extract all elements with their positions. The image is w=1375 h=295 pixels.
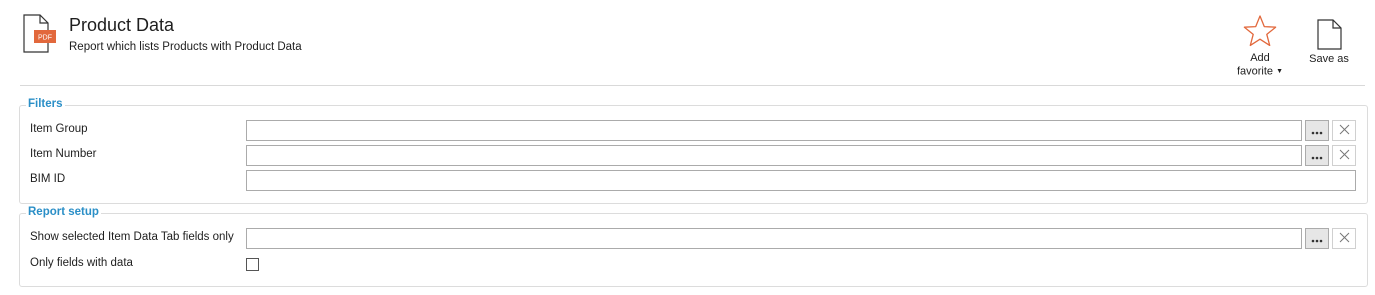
document-icon xyxy=(1316,19,1344,56)
item-data-tab-fields-row: Show selected Item Data Tab fields only xyxy=(20,228,1367,252)
item-number-row: Item Number xyxy=(20,145,1367,169)
save-as-label: Save as xyxy=(1309,53,1349,65)
add-favorite-label-line1: Add xyxy=(1250,52,1270,64)
add-favorite-button[interactable]: Add favorite ▼ xyxy=(1232,14,1288,80)
save-as-button[interactable]: Save as xyxy=(1306,14,1352,70)
report-setup-title: Report setup xyxy=(26,206,101,218)
item-number-label: Item Number xyxy=(30,148,97,160)
item-number-clear-button[interactable] xyxy=(1332,145,1356,166)
page-title: Product Data xyxy=(69,15,175,35)
ellipsis-icon xyxy=(1311,122,1323,140)
report-setup-group: Report setup Show selected Item Data Tab… xyxy=(19,206,1368,287)
item-group-clear-button[interactable] xyxy=(1332,120,1356,141)
report-header: PDF Product Data Report which lists Prod… xyxy=(0,0,1375,86)
item-group-browse-button[interactable] xyxy=(1305,120,1329,141)
page-subtitle: Report which lists Products with Product… xyxy=(69,41,302,53)
item-group-row: Item Group xyxy=(20,120,1367,144)
item-data-tab-fields-field[interactable] xyxy=(246,228,1302,249)
item-group-label: Item Group xyxy=(30,123,88,135)
filters-group: Filters Item Group Item Number BIM ID xyxy=(19,98,1368,204)
item-number-browse-button[interactable] xyxy=(1305,145,1329,166)
close-icon xyxy=(1339,147,1350,165)
only-fields-with-data-row: Only fields with data xyxy=(20,254,1367,278)
header-divider xyxy=(20,85,1365,86)
bim-id-label: BIM ID xyxy=(30,173,66,185)
item-number-field[interactable] xyxy=(246,145,1302,166)
pdf-badge-text: PDF xyxy=(38,35,52,42)
item-data-tab-fields-browse-button[interactable] xyxy=(1305,228,1329,249)
close-icon xyxy=(1339,122,1350,140)
item-data-tab-fields-label: Show selected Item Data Tab fields only xyxy=(30,231,234,243)
only-fields-with-data-checkbox[interactable] xyxy=(246,258,259,271)
bim-id-field[interactable] xyxy=(246,170,1356,191)
pdf-document-icon: PDF xyxy=(22,14,58,54)
ellipsis-icon xyxy=(1311,230,1323,248)
filters-title: Filters xyxy=(26,98,65,110)
chevron-down-icon: ▼ xyxy=(1276,68,1284,75)
item-group-field[interactable] xyxy=(246,120,1302,141)
add-favorite-label-line2: favorite xyxy=(1236,65,1274,78)
close-icon xyxy=(1339,230,1350,248)
bim-id-row: BIM ID xyxy=(20,170,1367,194)
ellipsis-icon xyxy=(1311,147,1323,165)
star-icon xyxy=(1243,14,1277,53)
item-data-tab-fields-clear-button[interactable] xyxy=(1332,228,1356,249)
only-fields-with-data-label: Only fields with data xyxy=(30,257,133,269)
